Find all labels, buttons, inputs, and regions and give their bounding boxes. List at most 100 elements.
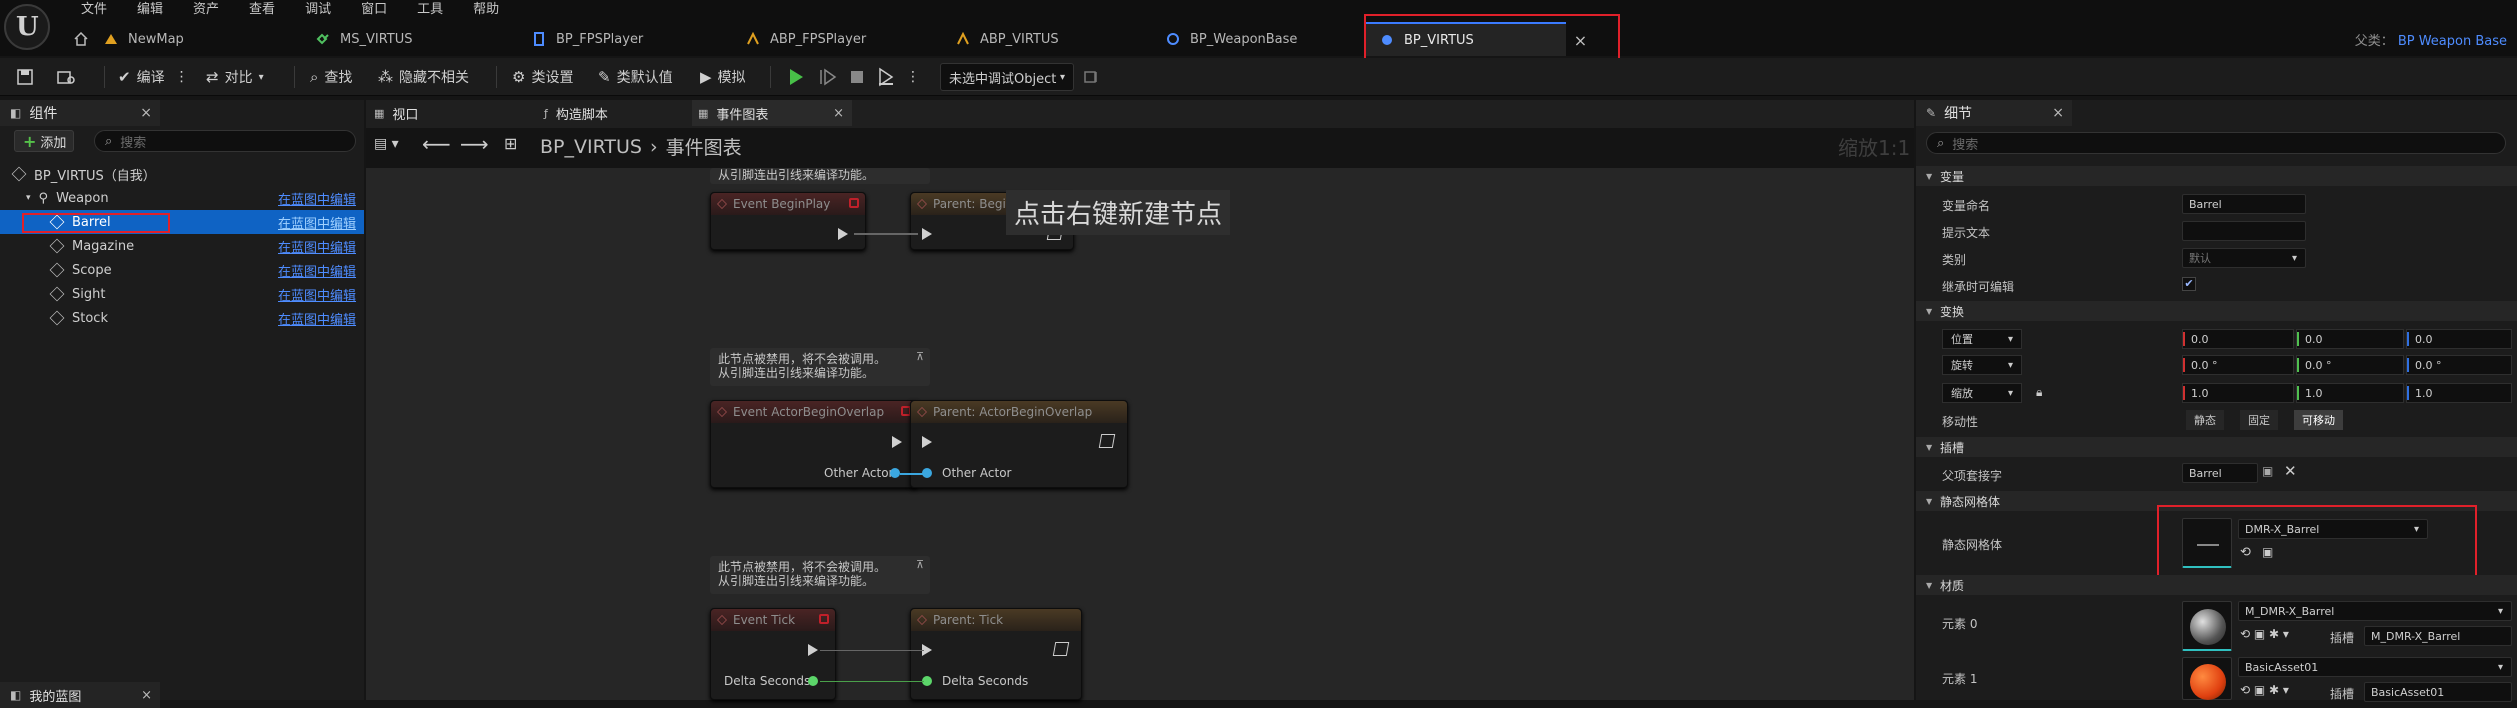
location-y-input[interactable]: 0.0 bbox=[2296, 329, 2404, 349]
browse-icon[interactable] bbox=[56, 58, 76, 96]
my-blueprint-tab[interactable]: ◧ 我的蓝图 × bbox=[0, 682, 160, 708]
mobility-static-button[interactable]: 静态 bbox=[2186, 410, 2224, 430]
tab-abp-virtus[interactable]: ABP_VIRTUS bbox=[956, 22, 1059, 56]
use-selected-icon[interactable]: ⟲ ▣ ✱ ▾ bbox=[2240, 683, 2289, 697]
material-0-slot-field[interactable]: M_DMR-X_Barrel bbox=[2364, 626, 2512, 646]
menu-edit[interactable]: 编辑 bbox=[122, 0, 178, 20]
location-x-input[interactable]: 0.0 bbox=[2182, 329, 2294, 349]
rotation-dropdown[interactable]: 旋转 ▾ bbox=[1942, 355, 2022, 375]
expand-arrow-icon[interactable]: ▾ bbox=[26, 193, 31, 203]
menu-tools[interactable]: 工具 bbox=[402, 0, 458, 20]
tab-abp-fpsplayer[interactable]: ABP_FPSPlayer bbox=[746, 22, 866, 56]
step-icon[interactable] bbox=[818, 58, 838, 96]
rotation-y-input[interactable]: 0.0 ° bbox=[2296, 355, 2404, 375]
tab-viewport[interactable]: ▦ 视口 bbox=[370, 100, 550, 126]
breadcrumb-leaf[interactable]: 事件图表 bbox=[666, 133, 742, 160]
edit-in-blueprint-link[interactable]: 在蓝图中编辑 bbox=[278, 285, 356, 304]
lock-icon[interactable]: 🔒︎ bbox=[2036, 385, 2042, 400]
eject-icon[interactable] bbox=[876, 58, 896, 96]
parent-socket-field[interactable]: Barrel bbox=[2182, 463, 2258, 483]
inherit-editable-checkbox[interactable]: ✔ bbox=[2182, 277, 2196, 291]
object-pin-out[interactable] bbox=[890, 468, 900, 478]
edit-in-blueprint-link[interactable]: 在蓝图中编辑 bbox=[278, 261, 356, 280]
class-settings-button[interactable]: ⚙ 类设置 bbox=[512, 58, 573, 96]
event-graph-canvas[interactable] bbox=[366, 168, 1914, 700]
menu-debug[interactable]: 调试 bbox=[290, 0, 346, 20]
kebab-icon[interactable]: ⋮ bbox=[906, 58, 920, 96]
menu-help[interactable]: 帮助 bbox=[458, 0, 514, 20]
exec-pin-out[interactable] bbox=[838, 228, 848, 240]
components-search-input[interactable]: ⌕ 搜索 bbox=[94, 130, 356, 152]
edit-in-blueprint-link[interactable]: 在蓝图中编辑 bbox=[278, 189, 356, 208]
close-icon[interactable]: × bbox=[2052, 105, 2064, 121]
browse-debug-icon[interactable] bbox=[1084, 58, 1100, 96]
find-button[interactable]: ⌕ 查找 bbox=[310, 58, 352, 96]
play-button[interactable] bbox=[786, 58, 806, 96]
unreal-logo-icon[interactable]: U bbox=[4, 4, 50, 50]
tab-newmap[interactable]: NewMap bbox=[104, 22, 184, 56]
breadcrumb-root[interactable]: BP_VIRTUS bbox=[540, 136, 642, 158]
scale-x-input[interactable]: 1.0 bbox=[2182, 383, 2294, 403]
exec-pin-in[interactable] bbox=[922, 436, 932, 448]
location-z-input[interactable]: 0.0 bbox=[2406, 329, 2512, 349]
simulate-button[interactable]: ▶ 模拟 bbox=[700, 58, 746, 96]
section-materials[interactable]: 材质 bbox=[1916, 575, 2517, 595]
clear-x-icon[interactable]: ✕ bbox=[2284, 462, 2297, 480]
variable-name-field[interactable]: Barrel bbox=[2182, 194, 2306, 214]
use-selected-icon[interactable]: ⟲ ▣ ✱ ▾ bbox=[2240, 627, 2289, 641]
component-stock[interactable]: Stock 在蓝图中编辑 bbox=[0, 306, 364, 330]
close-icon[interactable]: × bbox=[141, 688, 152, 703]
parent-class-link[interactable]: BP Weapon Base bbox=[2398, 34, 2507, 49]
material-0-thumbnail[interactable] bbox=[2182, 601, 2232, 651]
tab-construction-script[interactable]: ƒ 构造脚本 bbox=[540, 100, 690, 126]
components-tab[interactable]: ◧ 组件 × bbox=[0, 100, 160, 126]
menu-view[interactable]: 查看 bbox=[234, 0, 290, 20]
close-icon[interactable]: × bbox=[833, 106, 844, 121]
material-0-dropdown[interactable]: M_DMR-X_Barrel ▾ bbox=[2238, 601, 2512, 621]
mobility-movable-button[interactable]: 可移动 bbox=[2294, 410, 2343, 430]
material-1-thumbnail[interactable] bbox=[2182, 657, 2232, 700]
save-icon[interactable] bbox=[16, 58, 34, 96]
exec-pin-out[interactable] bbox=[892, 436, 902, 448]
graph-menu-icon[interactable]: ▤ ▾ bbox=[374, 136, 399, 152]
tooltip-field[interactable] bbox=[2182, 221, 2306, 241]
exec-pin-out[interactable] bbox=[1052, 642, 1070, 656]
rotation-x-input[interactable]: 0.0 ° bbox=[2182, 355, 2294, 375]
exec-pin-out[interactable] bbox=[808, 644, 818, 656]
pin-note-icon[interactable]: ⊼ bbox=[916, 350, 924, 363]
edit-in-blueprint-link[interactable]: 在蓝图中编辑 bbox=[278, 213, 356, 232]
edit-in-blueprint-link[interactable]: 在蓝图中编辑 bbox=[278, 309, 356, 328]
details-search-input[interactable]: ⌕ 搜索 bbox=[1926, 132, 2506, 154]
debug-object-dropdown[interactable]: 未选中调试Object ▾ bbox=[940, 63, 1074, 91]
mobility-stationary-button[interactable]: 固定 bbox=[2240, 410, 2278, 430]
section-transform[interactable]: 变换 bbox=[1916, 301, 2517, 321]
section-variables[interactable]: 变量 bbox=[1916, 166, 2517, 186]
class-defaults-button[interactable]: ✎ 类默认值 bbox=[598, 58, 673, 96]
node-event-beginplay[interactable]: Event BeginPlay bbox=[710, 192, 866, 250]
tab-event-graph[interactable]: ▦ 事件图表 × bbox=[692, 100, 852, 126]
exec-pin-out[interactable] bbox=[1098, 434, 1116, 448]
component-magazine[interactable]: Magazine 在蓝图中编辑 bbox=[0, 234, 364, 258]
menu-file[interactable]: 文件 bbox=[66, 0, 122, 20]
home-icon[interactable] bbox=[74, 31, 88, 46]
edit-in-blueprint-link[interactable]: 在蓝图中编辑 bbox=[278, 237, 356, 256]
tab-bp-weaponbase[interactable]: BP_WeaponBase bbox=[1166, 22, 1297, 56]
menu-asset[interactable]: 资产 bbox=[178, 0, 234, 20]
float-pin-out[interactable] bbox=[808, 676, 818, 686]
category-dropdown[interactable]: 默认 ▾ bbox=[2182, 248, 2306, 268]
section-sockets[interactable]: 插槽 bbox=[1916, 437, 2517, 457]
tab-bp-fpsplayer[interactable]: BP_FPSPlayer bbox=[532, 22, 643, 56]
hide-unrelated-button[interactable]: ⁂ 隐藏不相关 bbox=[378, 58, 469, 96]
stop-icon[interactable] bbox=[848, 58, 866, 96]
diff-button[interactable]: ⇄ 对比 ▾ bbox=[206, 58, 264, 96]
scale-dropdown[interactable]: 缩放 ▾ bbox=[1942, 383, 2022, 403]
location-dropdown[interactable]: 位置 ▾ bbox=[1942, 329, 2022, 349]
compile-button[interactable]: ✔ 编译 ⋮ bbox=[118, 58, 189, 96]
back-arrow-icon[interactable]: ⟵ bbox=[422, 132, 451, 156]
add-component-button[interactable]: + 添加 bbox=[14, 130, 74, 152]
component-root[interactable]: BP_VIRTUS（自我） bbox=[0, 162, 364, 186]
pin-note-icon[interactable]: ⊼ bbox=[916, 558, 924, 571]
forward-arrow-icon[interactable]: ⟶ bbox=[460, 132, 489, 156]
scale-z-input[interactable]: 1.0 bbox=[2406, 383, 2512, 403]
menu-window[interactable]: 窗口 bbox=[346, 0, 402, 20]
